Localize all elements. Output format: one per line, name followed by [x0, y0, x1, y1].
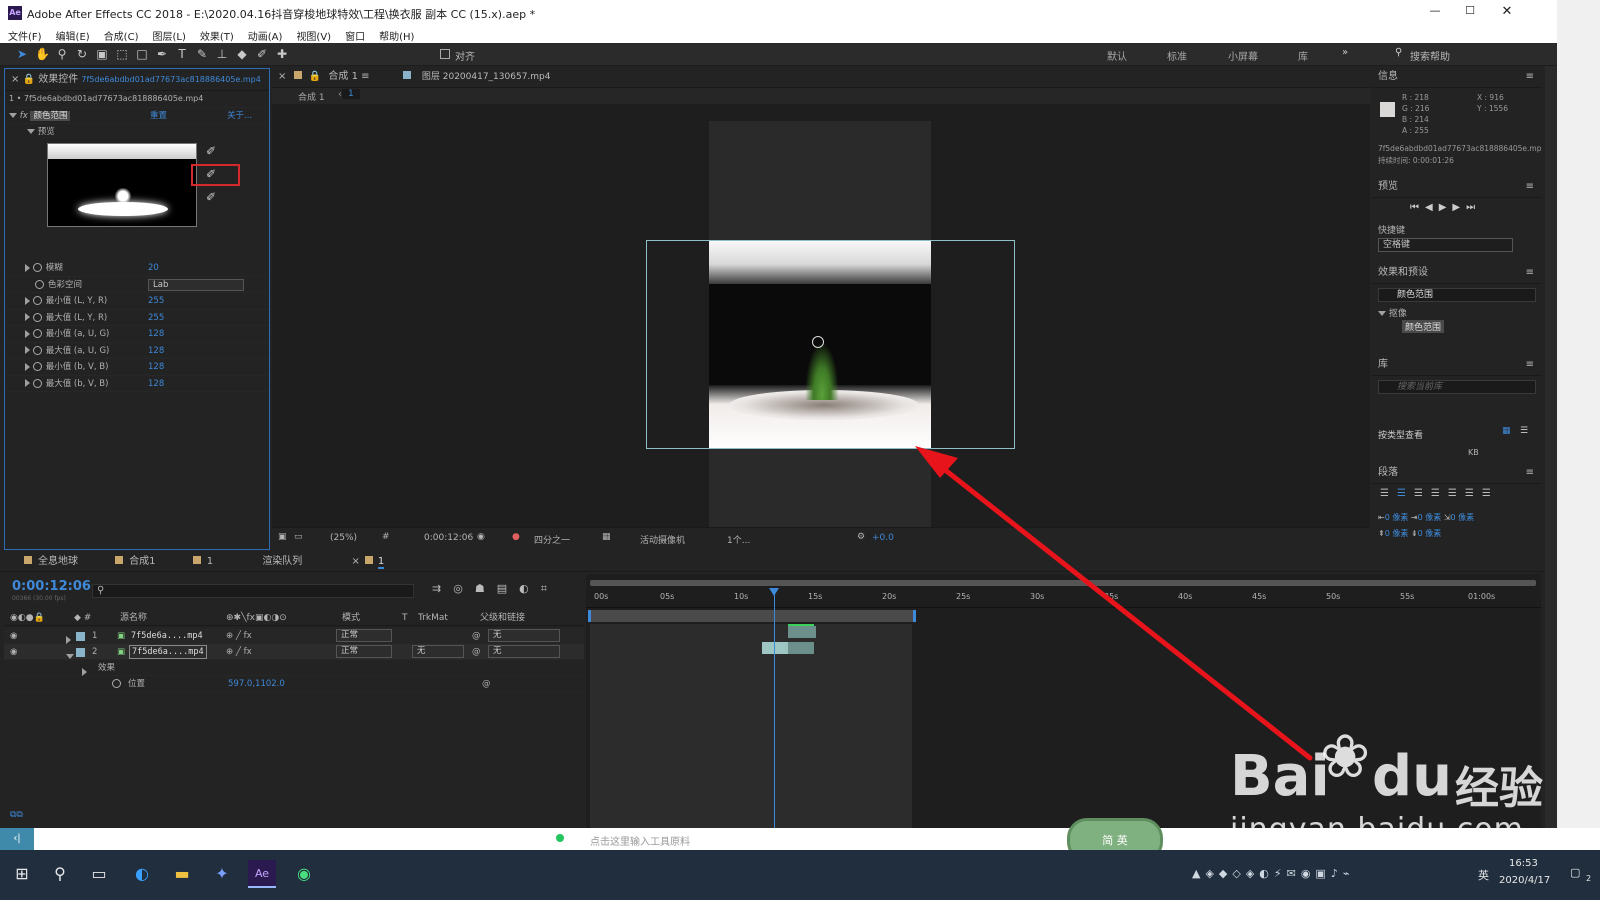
notification-count: 2	[1586, 874, 1592, 883]
after-effects-icon[interactable]: Ae	[248, 860, 276, 888]
app-icon[interactable]: ✦	[208, 860, 236, 888]
start-button-icon[interactable]: ⊞	[8, 860, 36, 888]
tray-icons: ▲◈◆◇◈◐⚡✉◉▣♪⌁	[1192, 867, 1355, 880]
browser-icon[interactable]: ◐	[128, 860, 156, 888]
search-icon[interactable]: ⚲	[46, 860, 74, 888]
wechat-icon[interactable]: ◉	[290, 860, 318, 888]
file-explorer-icon[interactable]: ▬	[168, 860, 196, 888]
taskbar: ⊞ ⚲ ▭ ◐ ▬ ✦ Ae ◉ ▲◈◆◇◈◐⚡✉◉▣♪⌁ 英 16:53 20…	[0, 850, 1600, 900]
clock-date[interactable]: 2020/4/17	[1499, 875, 1550, 886]
annotation-arrow	[915, 446, 1313, 761]
task-view-icon[interactable]: ▭	[85, 860, 113, 888]
clock-time[interactable]: 16:53	[1509, 858, 1538, 869]
notification-icon[interactable]: ▢	[1570, 866, 1580, 879]
tray-lang[interactable]: 英	[1478, 867, 1489, 883]
